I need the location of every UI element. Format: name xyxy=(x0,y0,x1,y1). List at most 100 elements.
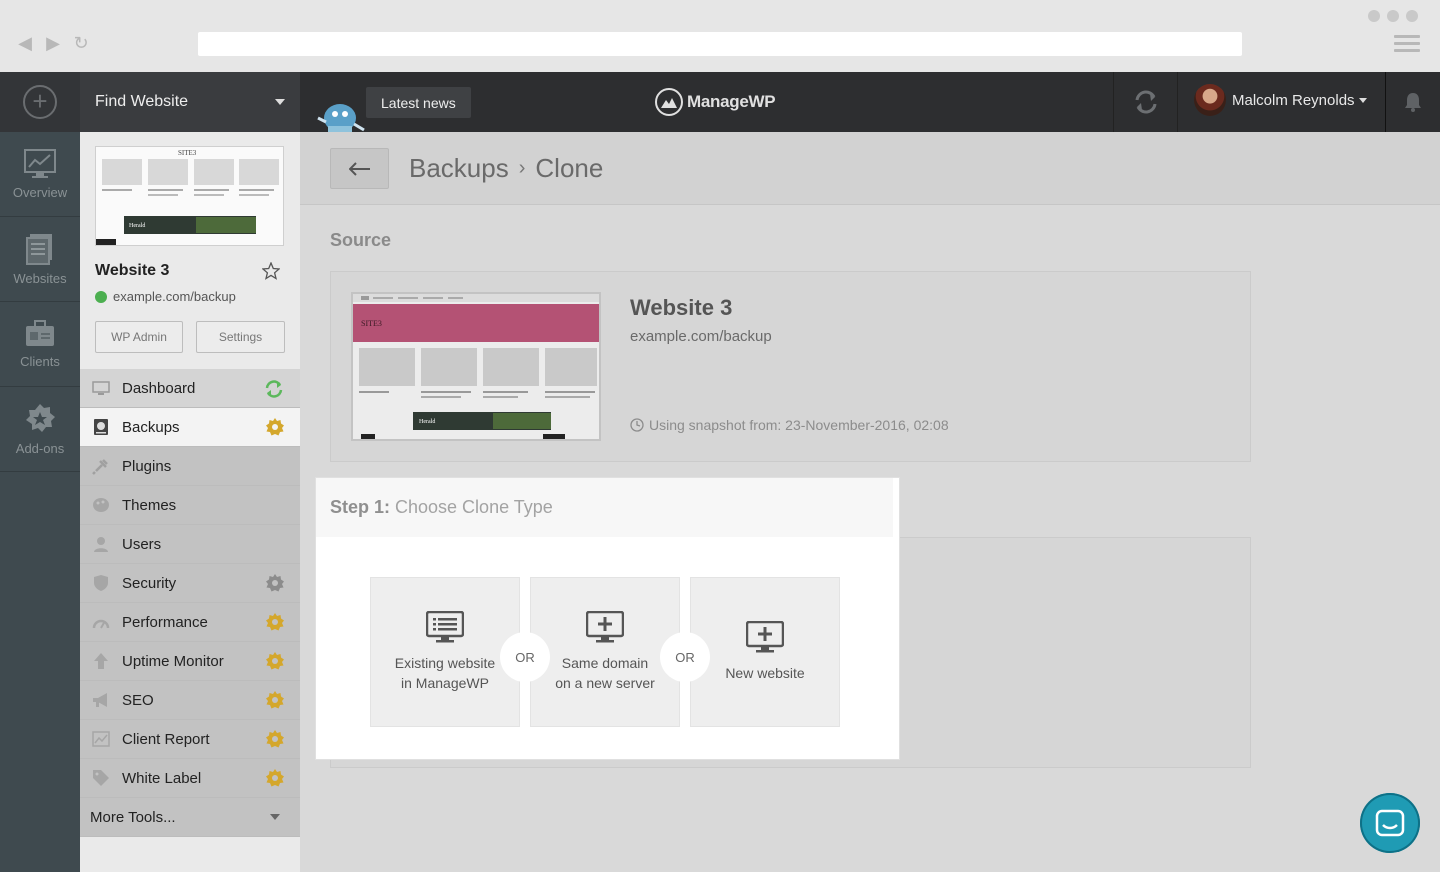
back-button[interactable] xyxy=(330,148,389,189)
step-heading: Step 1: Choose Clone Type xyxy=(316,478,893,537)
sidebar-item-users[interactable]: Users xyxy=(80,525,300,564)
sidebar-item-label: Security xyxy=(122,574,177,592)
gauge-icon xyxy=(90,613,112,631)
breadcrumb-current: Clone xyxy=(535,153,604,183)
left-icon-rail: Overview Websites Clients Add-ons xyxy=(0,132,80,872)
favorite-star-icon[interactable] xyxy=(261,261,281,285)
website-sidebar: SITE3 Herald Website 3 example.com/backu… xyxy=(80,132,300,872)
forward-arrow-icon[interactable]: ▶ xyxy=(44,33,62,54)
arrow-left-icon xyxy=(348,161,370,176)
arrow-up-icon xyxy=(90,652,112,670)
source-card: SITE3 Herald Website 3 example.com/backu… xyxy=(330,271,1251,462)
source-site-url: example.com/backup xyxy=(630,328,772,345)
sidebar-item-seo[interactable]: SEO xyxy=(80,681,300,720)
sync-badge-icon xyxy=(264,379,284,403)
step-label: Step 1: xyxy=(330,497,391,517)
refresh-icon xyxy=(1135,90,1156,114)
or-label: OR xyxy=(500,632,550,682)
rail-item-clients[interactable]: Clients xyxy=(0,302,80,387)
user-menu[interactable]: Malcolm Reynolds xyxy=(1194,84,1367,116)
sidebar-item-client-report[interactable]: Client Report xyxy=(80,720,300,759)
clone-type-options: Existing website in ManageWP OR Same dom… xyxy=(370,577,840,727)
wp-admin-button[interactable]: WP Admin xyxy=(95,321,183,353)
add-website-button[interactable]: + xyxy=(0,72,80,132)
user-icon xyxy=(90,535,112,553)
monitor-icon xyxy=(90,379,112,397)
chat-launcher-button[interactable] xyxy=(1360,793,1420,853)
sidebar-item-white-label[interactable]: White Label xyxy=(80,759,300,798)
source-section-title: Source xyxy=(330,230,392,250)
plus-icon: + xyxy=(23,85,57,119)
source-thumbnail: SITE3 Herald xyxy=(351,292,601,441)
option-existing-website[interactable]: Existing website in ManageWP xyxy=(370,577,520,727)
breadcrumb-separator: › xyxy=(518,157,526,179)
latest-news-button[interactable]: Latest news xyxy=(366,87,471,118)
websites-icon xyxy=(26,233,52,265)
back-arrow-icon[interactable]: ◀ xyxy=(16,33,34,54)
gear-icon xyxy=(266,574,284,596)
sidebar-item-backups[interactable]: Backups xyxy=(80,408,300,447)
option-same-domain-new-server[interactable]: Same domain on a new server xyxy=(530,577,680,727)
gear-icon xyxy=(266,769,284,791)
source-banner-text: Herald xyxy=(419,419,435,425)
breadcrumb-parent[interactable]: Backups xyxy=(409,153,509,184)
source-site-title: Website 3 xyxy=(630,295,733,320)
gear-icon xyxy=(266,652,284,674)
site-url[interactable]: example.com/backup xyxy=(95,289,236,304)
rail-item-label: Websites xyxy=(13,270,67,286)
sync-button[interactable] xyxy=(1113,72,1178,132)
rail-item-websites[interactable]: Websites xyxy=(0,217,80,302)
globe-icon xyxy=(95,290,107,303)
robot-mascot-icon[interactable] xyxy=(312,88,370,132)
sidebar-item-plugins[interactable]: Plugins xyxy=(80,447,300,486)
sidebar-item-label: Users xyxy=(122,535,162,553)
sidebar-item-label: Uptime Monitor xyxy=(122,652,224,670)
backup-icon xyxy=(90,418,112,436)
gear-icon xyxy=(266,730,284,752)
option-line-2: on a new server xyxy=(555,675,655,691)
settings-button[interactable]: Settings xyxy=(196,321,285,353)
site-title: Website 3 xyxy=(95,262,170,279)
sidebar-item-performance[interactable]: Performance xyxy=(80,603,300,642)
rail-item-addons[interactable]: Add-ons xyxy=(0,387,80,472)
breadcrumb: Backups › Clone xyxy=(409,153,603,184)
list-monitor-icon xyxy=(426,611,464,643)
tag-icon xyxy=(90,769,112,787)
rail-item-label: Add-ons xyxy=(15,440,65,456)
gear-icon xyxy=(266,418,284,440)
notifications-button[interactable] xyxy=(1385,72,1440,132)
sidebar-item-uptime-monitor[interactable]: Uptime Monitor xyxy=(80,642,300,681)
palette-icon xyxy=(90,496,112,514)
address-bar[interactable] xyxy=(198,32,1242,56)
snapshot-info: Using snapshot from: 23-November-2016, 0… xyxy=(630,417,949,433)
sidebar-item-security[interactable]: Security xyxy=(80,564,300,603)
option-label: New website xyxy=(725,663,804,683)
more-tools-dropdown[interactable]: More Tools... xyxy=(80,798,300,837)
clock-icon xyxy=(630,418,644,432)
site-tools-menu: Dashboard Backups Plugins Themes Users S… xyxy=(80,369,300,837)
rail-item-overview[interactable]: Overview xyxy=(0,132,80,217)
reload-icon[interactable]: ↻ xyxy=(72,33,90,54)
hamburger-menu-icon[interactable] xyxy=(1394,35,1420,56)
more-tools-label: More Tools... xyxy=(90,808,176,826)
thumbnail-preview-image: SITE3 Herald xyxy=(96,147,283,245)
website-thumbnail[interactable]: SITE3 Herald xyxy=(95,146,284,246)
avatar xyxy=(1194,84,1226,116)
or-divider: OR xyxy=(500,577,550,727)
chart-icon xyxy=(24,148,56,178)
megaphone-icon xyxy=(90,691,112,709)
managewp-logo[interactable]: ManageWP xyxy=(655,88,776,116)
option-line-2: in ManageWP xyxy=(401,675,489,691)
find-website-dropdown[interactable]: Find Website xyxy=(80,72,300,132)
rail-item-label: Overview xyxy=(12,184,68,200)
option-line-1: New website xyxy=(725,665,805,681)
chat-icon xyxy=(1375,809,1405,837)
sidebar-item-label: Client Report xyxy=(122,730,210,748)
sidebar-item-themes[interactable]: Themes xyxy=(80,486,300,525)
sidebar-item-dashboard[interactable]: Dashboard xyxy=(80,369,300,408)
chevron-down-icon xyxy=(275,99,285,105)
option-new-website[interactable]: New website xyxy=(690,577,840,727)
report-icon xyxy=(90,730,112,748)
user-name: Malcolm Reynolds xyxy=(1232,91,1355,109)
page-header: Backups › Clone xyxy=(300,132,1440,205)
